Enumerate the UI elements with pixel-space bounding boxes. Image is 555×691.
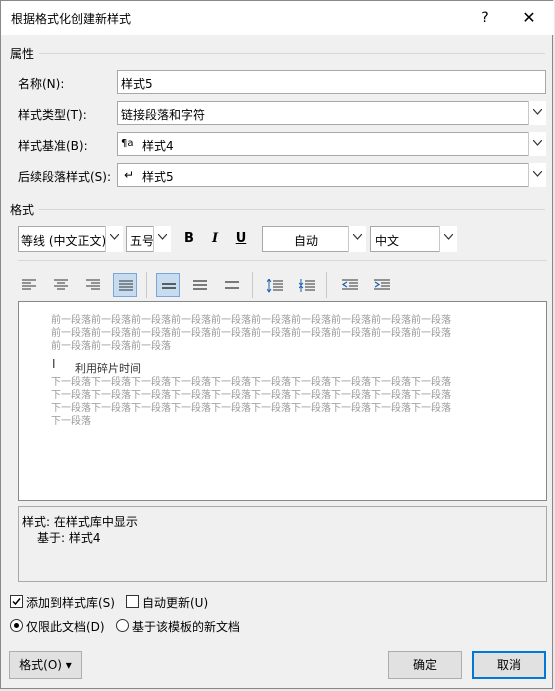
new-docs-template-label[interactable]: 基于该模板的新文档 — [132, 618, 240, 635]
font-value: 等线 (中文正文) — [21, 234, 105, 248]
bold-button[interactable]: B — [177, 227, 201, 251]
chevron-down-icon[interactable] — [348, 226, 366, 252]
dialog-title: 根据格式化创建新样式 — [11, 12, 132, 26]
only-this-doc-label[interactable]: 仅限此文档(D) — [26, 618, 105, 635]
paragraph-style-icon: ¶a — [121, 138, 134, 149]
toolbar-separator — [326, 272, 327, 298]
script-value: 中文 — [375, 234, 400, 248]
font-color-value: 自动 — [294, 234, 319, 248]
create-style-dialog: 根据格式化创建新样式 ? ✕ 属性 名称(N): 样式5 样式类型(T): 链接… — [0, 0, 554, 689]
format-section-label: 格式 — [10, 203, 35, 217]
cancel-button[interactable]: 取消 — [472, 651, 546, 679]
decrease-paragraph-spacing-icon[interactable] — [294, 273, 318, 297]
preview-prev-line: 前一段落前一段落前一段落前一段落前一段落前一段落前一段落前一段落前一段落前一段落 — [51, 328, 451, 339]
add-to-gallery-checkbox[interactable] — [10, 595, 23, 608]
format-divider — [39, 209, 545, 210]
based-on-select[interactable]: ¶a 样式4 — [117, 132, 546, 156]
auto-update-label[interactable]: 自动更新(U) — [142, 594, 208, 611]
following-style-value: 样式5 — [142, 170, 174, 184]
align-center-icon[interactable] — [49, 273, 73, 297]
properties-divider — [39, 53, 545, 54]
new-docs-template-radio[interactable] — [116, 619, 129, 632]
style-type-select[interactable]: 链接段落和字符 — [117, 101, 546, 125]
preview-next-line: 下一段落 — [51, 416, 91, 427]
preview-prev-line: 前一段落前一段落前一段落前一段落前一段落前一段落前一段落前一段落前一段落前一段落 — [51, 315, 451, 326]
text-cursor-icon: I — [52, 357, 56, 371]
style-preview-pane: 前一段落前一段落前一段落前一段落前一段落前一段落前一段落前一段落前一段落前一段落… — [18, 301, 547, 501]
help-button[interactable]: ? — [473, 7, 497, 29]
one-half-spacing-icon[interactable] — [188, 273, 212, 297]
align-right-icon[interactable] — [81, 273, 105, 297]
toolbar-separator — [146, 272, 147, 298]
name-label: 名称(N): — [18, 77, 65, 91]
following-style-label: 后续段落样式(S): — [18, 170, 112, 184]
return-arrow-icon: ↵ — [124, 168, 135, 182]
align-left-icon[interactable] — [17, 273, 41, 297]
single-spacing-icon[interactable] — [156, 273, 180, 297]
chevron-down-icon[interactable] — [439, 226, 457, 252]
increase-paragraph-spacing-icon[interactable] — [262, 273, 286, 297]
increase-indent-icon[interactable] — [369, 273, 393, 297]
description-gallery: 样式: 在样式库中显示 — [22, 515, 138, 529]
chevron-down-icon[interactable] — [105, 226, 123, 252]
preview-next-line: 下一段落下一段落下一段落下一段落下一段落下一段落下一段落下一段落下一段落下一段落 — [51, 390, 451, 401]
toolbar-divider — [18, 260, 547, 261]
chevron-down-icon[interactable] — [153, 226, 171, 252]
font-color-select[interactable]: 自动 — [262, 226, 366, 252]
font-select[interactable]: 等线 (中文正文) — [18, 226, 123, 252]
chevron-down-icon[interactable] — [528, 132, 546, 156]
preview-next-line: 下一段落下一段落下一段落下一段落下一段落下一段落下一段落下一段落下一段落下一段落 — [51, 377, 451, 388]
decrease-indent-icon[interactable] — [337, 273, 361, 297]
preview-sample-text: 利用碎片时间 — [75, 362, 141, 375]
justify-icon[interactable] — [113, 273, 137, 297]
font-size-value: 五号 — [130, 234, 155, 248]
add-to-gallery-label[interactable]: 添加到样式库(S) — [26, 594, 115, 611]
preview-prev-line: 前一段落前一段落前一段落 — [51, 341, 171, 352]
name-input-value: 样式5 — [121, 77, 153, 91]
ok-button[interactable]: 确定 — [388, 651, 462, 679]
name-input[interactable]: 样式5 — [117, 70, 546, 94]
style-type-value: 链接段落和字符 — [121, 108, 206, 122]
font-size-select[interactable]: 五号 — [126, 226, 171, 252]
script-select[interactable]: 中文 — [370, 226, 457, 252]
toolbar-separator — [252, 272, 253, 298]
title-bar: 根据格式化创建新样式 ? ✕ — [1, 1, 554, 35]
properties-section-label: 属性 — [10, 47, 35, 61]
double-spacing-icon[interactable] — [220, 273, 244, 297]
following-style-select[interactable]: ↵ 样式5 — [117, 163, 546, 187]
italic-button[interactable]: I — [203, 227, 227, 251]
based-on-label: 样式基准(B): — [18, 139, 88, 153]
close-button[interactable]: ✕ — [517, 7, 541, 29]
preview-next-line: 下一段落下一段落下一段落下一段落下一段落下一段落下一段落下一段落下一段落下一段落 — [51, 403, 451, 414]
style-type-label: 样式类型(T): — [18, 108, 87, 122]
auto-update-checkbox[interactable] — [126, 595, 139, 608]
chevron-down-icon[interactable] — [528, 101, 546, 125]
based-on-value: 样式4 — [142, 139, 174, 153]
description-based-on: 基于: 样式4 — [37, 531, 101, 545]
format-menu-button[interactable]: 格式(O) ▾ — [9, 651, 82, 679]
style-description: 样式: 在样式库中显示 基于: 样式4 — [18, 506, 547, 582]
chevron-down-icon[interactable] — [528, 163, 546, 187]
underline-button[interactable]: U — [229, 227, 253, 251]
only-this-doc-radio[interactable] — [10, 619, 23, 632]
